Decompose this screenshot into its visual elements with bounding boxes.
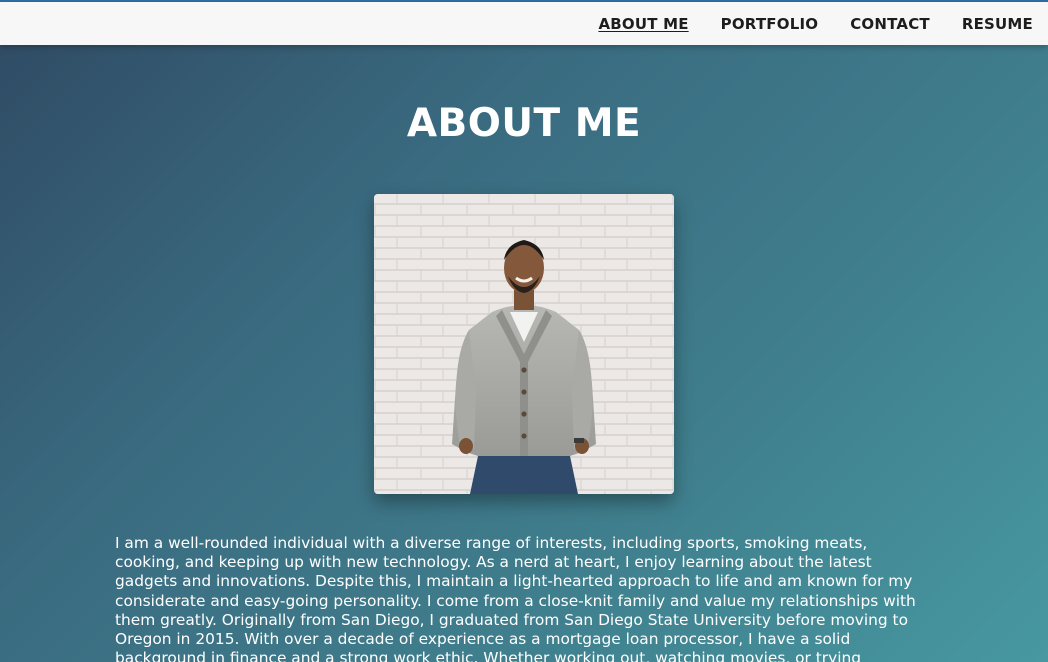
nav-link-contact[interactable]: CONTACT [850, 15, 930, 33]
nav-link-about-me[interactable]: ABOUT ME [598, 15, 688, 33]
top-navbar: ABOUT ME PORTFOLIO CONTACT RESUME [0, 2, 1048, 45]
about-bio-paragraph: I am a well-rounded individual with a di… [115, 534, 916, 662]
nav-link-portfolio[interactable]: PORTFOLIO [721, 15, 819, 33]
nav-links: ABOUT ME PORTFOLIO CONTACT RESUME [598, 2, 1033, 45]
nav-link-resume[interactable]: RESUME [962, 15, 1033, 33]
profile-photo [374, 194, 674, 494]
page-title: ABOUT ME [406, 101, 642, 146]
